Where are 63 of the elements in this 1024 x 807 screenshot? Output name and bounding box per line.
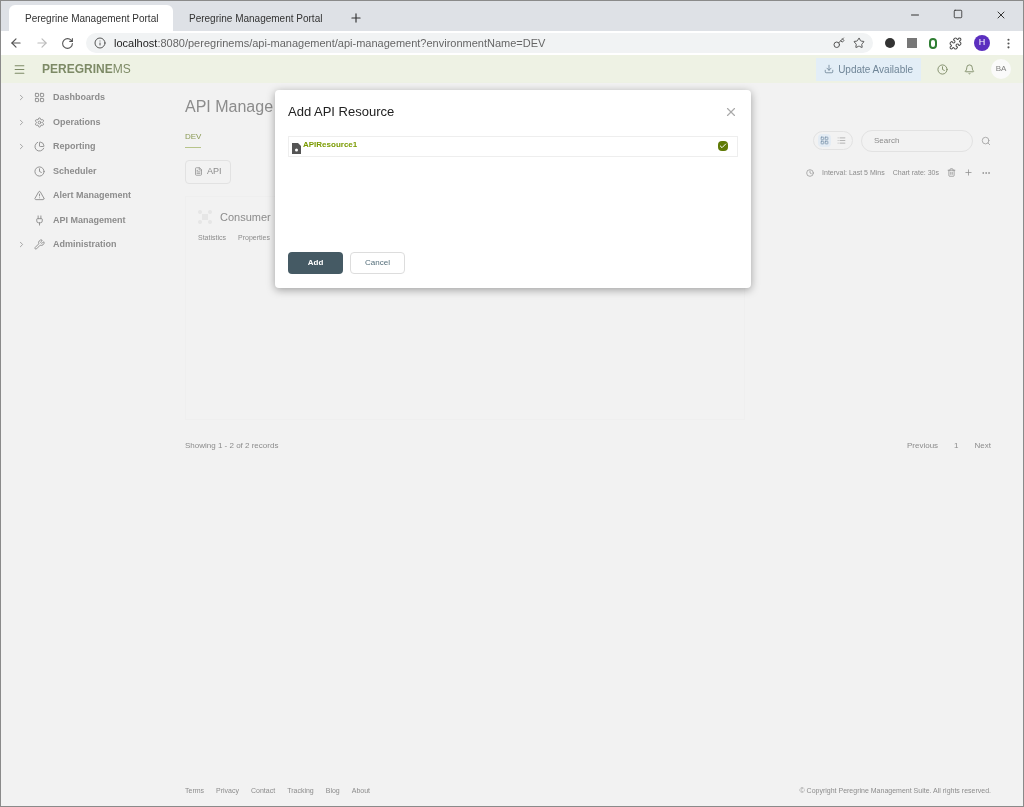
file-icon	[292, 142, 301, 154]
cancel-button[interactable]: Cancel	[350, 252, 405, 274]
close-window-icon[interactable]	[995, 9, 1007, 21]
update-button[interactable]: Update Available	[816, 57, 921, 81]
resource-name: APIResource1	[303, 138, 359, 151]
plug-icon	[34, 214, 45, 226]
previous-link[interactable]: Previous	[906, 439, 939, 452]
resource-row[interactable]: APIResource1	[288, 135, 738, 157]
brand-logo: PEREGRINEMS	[42, 61, 131, 78]
sidebar-item[interactable]: Operations	[53, 115, 101, 129]
extension-icon[interactable]	[885, 38, 895, 48]
card-title: Consumer	[220, 209, 271, 225]
bell-icon[interactable]	[964, 63, 975, 75]
browser-tab[interactable]: Peregrine Management Portal	[173, 5, 337, 31]
maximize-icon[interactable]	[953, 9, 963, 19]
next-link[interactable]: Next	[974, 439, 991, 452]
back-icon[interactable]	[9, 36, 23, 50]
records-text: Showing 1 - 2 of 2 records	[185, 439, 279, 452]
clock-icon[interactable]	[937, 63, 948, 75]
reload-icon[interactable]	[61, 36, 74, 50]
key-icon[interactable]	[833, 37, 845, 49]
grid-icon	[34, 92, 45, 104]
url-text: localhost:8080/peregrinems/api-management/api-management?environmentName=DEV	[114, 35, 547, 51]
add-icon[interactable]	[964, 168, 973, 178]
star-icon[interactable]	[853, 37, 865, 49]
grid-view-button[interactable]	[818, 134, 831, 147]
chevron-icon[interactable]	[17, 142, 26, 152]
delete-icon[interactable]	[947, 168, 956, 178]
sidebar-item[interactable]: Alert Management	[53, 189, 132, 203]
chevron-icon[interactable]	[17, 93, 26, 103]
sidebar-item[interactable]: Scheduler	[53, 164, 97, 178]
sidebar-item[interactable]: Administration	[53, 238, 117, 252]
page-title: API Manage	[185, 97, 274, 117]
list-view-button[interactable]	[835, 134, 848, 147]
address-bar[interactable]: localhost:8080/peregrinems/api-management/api-management?environmentName=DEV	[86, 33, 873, 53]
sidebar-item[interactable]: Dashboards	[53, 91, 105, 105]
download-icon	[824, 64, 835, 74]
profile-avatar[interactable]: H	[974, 35, 990, 51]
api-button[interactable]: API	[185, 160, 231, 184]
alert-icon	[34, 190, 45, 202]
info-icon	[94, 37, 106, 49]
search-icon[interactable]	[981, 135, 991, 146]
sidebar-item[interactable]: Reporting	[53, 140, 96, 154]
chevron-icon[interactable]	[17, 240, 26, 250]
sidebar-item[interactable]: API Management	[53, 213, 126, 227]
puzzle-icon[interactable]	[949, 36, 962, 50]
clock-icon	[34, 165, 45, 177]
user-avatar[interactable]: BA	[991, 59, 1011, 79]
new-tab-icon[interactable]	[349, 11, 363, 25]
browser-tab[interactable]: Peregrine Management Portal	[9, 5, 173, 31]
checkbox[interactable]	[718, 140, 728, 151]
chevron-icon[interactable]	[17, 117, 26, 127]
chart-icon	[34, 141, 45, 153]
file-icon	[194, 167, 203, 177]
gear-icon	[34, 116, 45, 128]
wrench-icon	[34, 239, 45, 251]
page-number[interactable]: 1	[954, 439, 959, 452]
dialog-title: Add API Resource	[288, 103, 396, 121]
add-button[interactable]: Add	[288, 252, 343, 274]
menu-icon[interactable]	[13, 62, 26, 76]
forward-icon[interactable]	[35, 36, 49, 50]
clock-icon	[806, 168, 815, 177]
environment-tab[interactable]: DEV	[185, 131, 202, 148]
